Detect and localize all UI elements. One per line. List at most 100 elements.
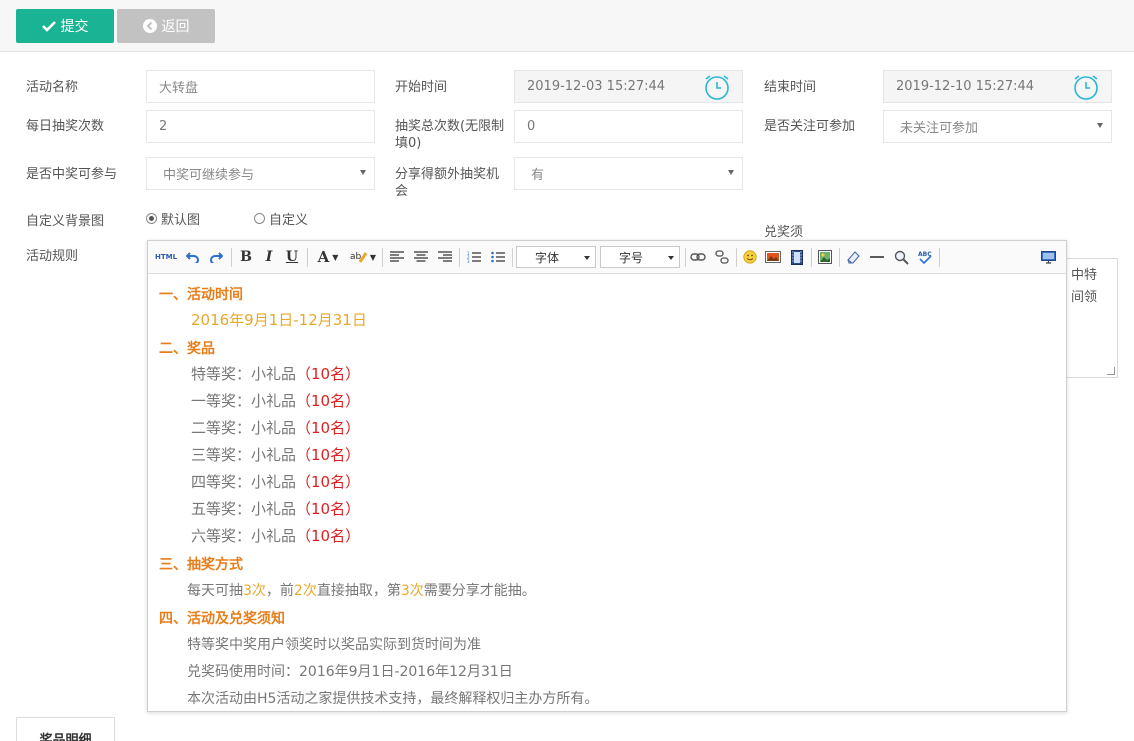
caret-down-icon: ▼ xyxy=(369,252,377,262)
submit-button[interactable]: 提交 xyxy=(16,9,114,43)
tab-prize-detail-label: 奖品明细 xyxy=(39,733,92,741)
radio-unchecked-icon xyxy=(254,213,265,224)
prize-count: （10名） xyxy=(296,527,361,545)
font-size-value: 字号 xyxy=(619,250,644,265)
font-color-button[interactable]: A ▼ xyxy=(313,247,343,267)
resize-handle-icon[interactable] xyxy=(1107,367,1115,375)
search-icon xyxy=(894,250,909,265)
rules-heading: 一、活动时间 xyxy=(159,287,243,303)
method-highlight: 3次 xyxy=(400,583,424,599)
prize-name: 六等奖：小礼品 xyxy=(191,527,297,545)
font-size-select[interactable]: 字号 xyxy=(600,246,680,268)
share-select[interactable]: 有 xyxy=(514,157,743,190)
prize-name: 三等奖：小礼品 xyxy=(191,446,297,464)
search-replace-button[interactable] xyxy=(891,247,911,267)
method-text: 需要分享才能抽。 xyxy=(423,583,536,599)
toolbar-separator xyxy=(459,248,460,267)
prize-name: 四等奖：小礼品 xyxy=(191,473,297,491)
total-draws-input[interactable]: 0 xyxy=(514,110,743,143)
bold-label: B xyxy=(240,249,252,265)
prize-count: （10名） xyxy=(296,365,361,383)
share-value: 有 xyxy=(531,168,545,183)
start-time-value: 2019-12-03 15:27:44 xyxy=(527,79,666,94)
rules-heading: 三、抽奖方式 xyxy=(159,557,243,573)
image-button[interactable] xyxy=(763,247,783,267)
toolbar-separator xyxy=(382,248,383,267)
end-time-label: 结束时间 xyxy=(764,80,817,95)
follow-label: 是否关注可参加 xyxy=(764,119,856,134)
unlink-button[interactable] xyxy=(712,247,732,267)
follow-select[interactable]: 未关注可参加 xyxy=(883,110,1112,143)
ordered-list-button[interactable]: 123 xyxy=(464,247,484,267)
prize-line: 四等奖：小礼品（10名） xyxy=(191,471,360,492)
method-text: 直接抽取，第 xyxy=(316,583,401,599)
fullscreen-button[interactable] xyxy=(1038,247,1058,267)
clock-icon[interactable] xyxy=(1072,73,1100,101)
undo-icon xyxy=(186,252,199,263)
prize-line: 特等奖：小礼品（10名） xyxy=(191,363,360,384)
end-time-value: 2019-12-10 15:27:44 xyxy=(896,79,1035,94)
emoticon-button[interactable] xyxy=(740,247,760,267)
redo-icon xyxy=(210,252,223,263)
activity-name-input[interactable]: 大转盘 xyxy=(146,70,375,103)
caret-down-icon xyxy=(360,170,366,175)
link-button[interactable] xyxy=(688,247,708,267)
align-left-button[interactable] xyxy=(387,247,407,267)
win-label: 是否中奖可参与 xyxy=(26,167,118,182)
highlighter-icon: ab xyxy=(350,252,368,263)
italic-button[interactable]: I xyxy=(259,247,279,267)
undo-button[interactable] xyxy=(183,247,203,267)
method-highlight: 3次 xyxy=(243,583,266,599)
toolbar-separator xyxy=(811,248,812,267)
link-icon xyxy=(690,253,706,261)
back-button[interactable]: 返回 xyxy=(117,9,215,43)
notice-text-line2: 间领 xyxy=(1071,290,1098,305)
horizontal-rule-button[interactable] xyxy=(867,247,887,267)
end-time-input[interactable]: 2019-12-10 15:27:44 xyxy=(883,70,1112,103)
eraser-icon xyxy=(846,251,860,264)
caret-down-icon xyxy=(1097,123,1103,128)
bg-radio-default[interactable]: 默认图 xyxy=(146,209,200,228)
underline-label: U xyxy=(285,249,299,265)
activity-name-label: 活动名称 xyxy=(26,80,79,95)
insert-picture-button[interactable] xyxy=(815,247,835,267)
editor-content[interactable]: 一、活动时间 2016年9月1日-12月31日 二、奖品 特等奖：小礼品（10名… xyxy=(148,274,1066,711)
unordered-list-button[interactable] xyxy=(488,247,508,267)
align-right-icon xyxy=(438,251,452,262)
align-center-button[interactable] xyxy=(411,247,431,267)
rules-editor[interactable]: HTML B I U A ▼ ab ▼ 123 字体 字号 ABC 一、活动时间… xyxy=(147,240,1067,712)
redo-button[interactable] xyxy=(206,247,226,267)
spellcheck-button[interactable]: ABC xyxy=(915,247,935,267)
notice-label: 兑奖须 xyxy=(764,225,804,240)
html-label: HTML xyxy=(154,253,178,261)
toolbar-separator xyxy=(231,248,232,267)
start-time-input[interactable]: 2019-12-03 15:27:44 xyxy=(514,70,743,103)
bg-radio-custom[interactable]: 自定义 xyxy=(254,209,308,228)
highlight-color-button[interactable]: ab ▼ xyxy=(348,247,378,267)
bold-button[interactable]: B xyxy=(236,247,256,267)
font-family-select[interactable]: 字体 xyxy=(516,246,596,268)
html-source-button[interactable]: HTML xyxy=(154,247,178,267)
rules-heading: 四、活动及兑奖须知 xyxy=(159,611,285,627)
video-button[interactable] xyxy=(787,247,807,267)
font-family-value: 字体 xyxy=(535,250,560,265)
align-center-icon xyxy=(414,251,428,262)
spellcheck-icon: ABC xyxy=(918,251,932,264)
toolbar-separator xyxy=(736,248,737,267)
win-select[interactable]: 中奖可继续参与 xyxy=(146,157,375,190)
win-value: 中奖可继续参与 xyxy=(163,168,255,183)
monitor-icon xyxy=(1040,250,1056,264)
align-right-button[interactable] xyxy=(435,247,455,267)
clock-icon[interactable] xyxy=(703,73,731,101)
prize-count: （10名） xyxy=(296,473,361,491)
daily-draws-input[interactable]: 2 xyxy=(146,110,375,143)
eraser-button[interactable] xyxy=(843,247,863,267)
prize-name: 五等奖：小礼品 xyxy=(191,500,297,518)
image-icon xyxy=(765,251,781,263)
tab-prize-detail[interactable]: 奖品明细 xyxy=(16,717,115,741)
prize-name: 特等奖：小礼品 xyxy=(191,365,297,383)
underline-button[interactable]: U xyxy=(282,247,302,267)
toolbar-separator xyxy=(685,248,686,267)
total-draws-label: 抽奖总次数(无限制 填0) xyxy=(395,118,504,152)
caret-down-icon xyxy=(584,256,590,260)
